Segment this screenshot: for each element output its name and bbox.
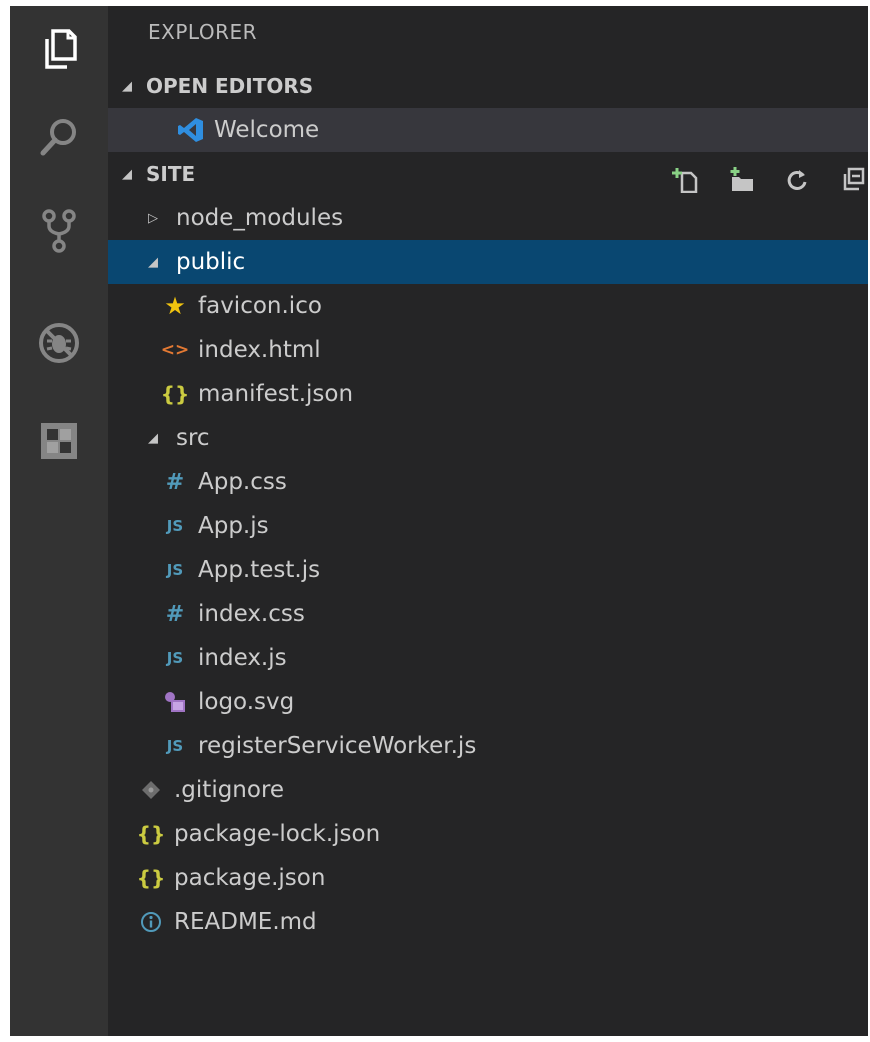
tree-file-logo-svg[interactable]: logo.svg xyxy=(108,680,868,724)
tree-item-label: index.css xyxy=(198,601,305,627)
new-file-icon[interactable] xyxy=(670,165,700,195)
js-icon: JS xyxy=(166,649,184,667)
collapse-all-icon[interactable] xyxy=(838,165,868,195)
collapse-triangle-icon: ◢ xyxy=(148,430,158,446)
collapse-triangle-icon: ◢ xyxy=(122,166,132,182)
json-icon: {} xyxy=(160,382,190,406)
debug-icon[interactable] xyxy=(34,318,84,368)
tree-folder-src[interactable]: ◢ src xyxy=(108,416,868,460)
tree-file-readme-md[interactable]: README.md xyxy=(108,900,868,944)
tree-file-register-service-worker-js[interactable]: JS registerServiceWorker.js xyxy=(108,724,868,768)
source-control-icon[interactable] xyxy=(34,206,84,256)
tree-item-label: App.js xyxy=(198,513,269,539)
json-icon: {} xyxy=(136,822,166,846)
js-icon: JS xyxy=(166,517,184,535)
activity-bar xyxy=(10,6,108,1036)
tree-file-index-js[interactable]: JS index.js xyxy=(108,636,868,680)
vscode-window: EXPLORER ◢ OPEN EDITORS Welcome ◢ SITE ▷… xyxy=(10,6,868,1036)
tree-file-app-test-js[interactable]: JS App.test.js xyxy=(108,548,868,592)
explorer-title: EXPLORER xyxy=(148,20,257,44)
explorer-sidebar: EXPLORER ◢ OPEN EDITORS Welcome ◢ SITE ▷… xyxy=(108,6,868,1036)
tree-item-label: package-lock.json xyxy=(174,821,381,847)
json-icon: {} xyxy=(136,866,166,890)
open-editor-item-welcome[interactable]: Welcome xyxy=(108,108,868,152)
css-icon: # xyxy=(165,469,185,495)
tree-item-label: manifest.json xyxy=(198,381,354,407)
tree-item-label: package.json xyxy=(174,865,326,891)
tree-item-label: src xyxy=(176,425,210,451)
tree-item-label: .gitignore xyxy=(174,777,285,803)
info-icon xyxy=(138,907,164,937)
folder-name: SITE xyxy=(146,162,196,186)
new-folder-icon[interactable] xyxy=(726,165,756,195)
tree-file-package-lock-json[interactable]: {} package-lock.json xyxy=(108,812,868,856)
tree-file-app-js[interactable]: JS App.js xyxy=(108,504,868,548)
js-icon: JS xyxy=(166,737,184,755)
open-editor-label: Welcome xyxy=(214,117,320,143)
tree-folder-public[interactable]: ◢ public xyxy=(108,240,868,284)
html-icon: <> xyxy=(160,340,190,360)
tree-file-package-json[interactable]: {} package.json xyxy=(108,856,868,900)
css-icon: # xyxy=(165,601,185,627)
extensions-icon[interactable] xyxy=(34,416,84,466)
tree-file-index-css[interactable]: # index.css xyxy=(108,592,868,636)
tree-item-label: App.test.js xyxy=(198,557,321,583)
tree-file-favicon[interactable]: ★ favicon.ico xyxy=(108,284,868,328)
svg-file-icon xyxy=(162,687,188,717)
tree-item-label: public xyxy=(176,249,246,275)
open-editors-label: OPEN EDITORS xyxy=(146,74,314,98)
tree-item-label: registerServiceWorker.js xyxy=(198,733,477,759)
tree-item-label: App.css xyxy=(198,469,287,495)
tree-file-gitignore[interactable]: .gitignore xyxy=(108,768,868,812)
open-editors-section-header[interactable]: ◢ OPEN EDITORS xyxy=(108,64,868,108)
tree-file-manifest-json[interactable]: {} manifest.json xyxy=(108,372,868,416)
git-diamond-icon xyxy=(138,775,164,805)
tree-item-label: index.js xyxy=(198,645,287,671)
favicon-star-icon: ★ xyxy=(164,292,186,320)
tree-item-label: README.md xyxy=(174,909,317,935)
refresh-icon[interactable] xyxy=(782,165,812,195)
search-icon[interactable] xyxy=(34,112,84,162)
tree-item-label: favicon.ico xyxy=(198,293,322,319)
tree-item-label: logo.svg xyxy=(198,689,295,715)
js-icon: JS xyxy=(166,561,184,579)
tree-folder-node-modules[interactable]: ▷ node_modules xyxy=(108,196,868,240)
tree-item-label: index.html xyxy=(198,337,321,363)
vscode-logo-icon xyxy=(178,115,204,145)
expand-triangle-icon: ▷ xyxy=(148,210,158,226)
tree-file-app-css[interactable]: # App.css xyxy=(108,460,868,504)
tree-file-index-html[interactable]: <> index.html xyxy=(108,328,868,372)
collapse-triangle-icon: ◢ xyxy=(122,78,132,94)
collapse-triangle-icon: ◢ xyxy=(148,254,158,270)
tree-item-label: node_modules xyxy=(176,205,344,231)
explorer-files-icon[interactable] xyxy=(34,24,84,74)
